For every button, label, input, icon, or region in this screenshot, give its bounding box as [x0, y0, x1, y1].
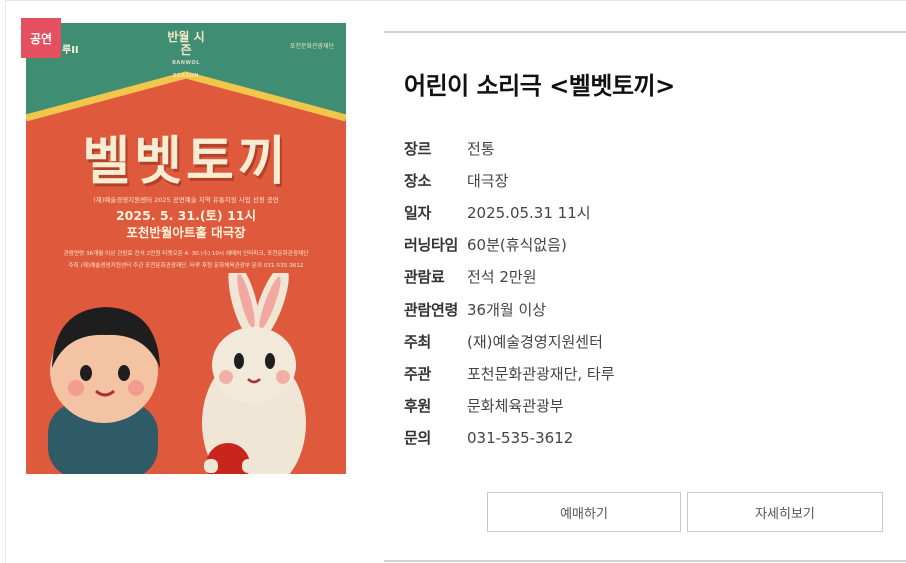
detail-top-rule [384, 31, 906, 33]
poster-season-logo: 반월 시즌 BANWOL SEASON [166, 31, 206, 83]
info-label: 일자 [404, 203, 432, 222]
poster-title: 벨벳토끼 [82, 132, 290, 192]
info-value: 2025.05.31 11시 [467, 203, 591, 222]
info-row-running-time: 러닝타임 60분(휴식없음) [404, 229, 884, 261]
info-label: 장르 [404, 139, 432, 158]
boy-illustration [48, 307, 160, 474]
info-label: 러닝타임 [404, 236, 459, 255]
info-row-contact: 문의 031-535-3612 [404, 422, 884, 454]
rabbit-illustration [202, 273, 306, 474]
detail-bottom-rule [384, 560, 906, 562]
info-value: 031-535-3612 [467, 428, 574, 447]
info-row-venue: 장소 대극장 [404, 164, 884, 196]
poster-info-line: 관람연령 36개월 이상 관람료 전석 2만원 티켓오픈 4. 30.(수) 1… [63, 251, 309, 257]
poster-image[interactable]: 루II 반월 시즌 BANWOL SEASON 포천문화관광재단 벨벳토끼 (재… [26, 23, 346, 474]
info-row-age: 관람연령 36개월 이상 [404, 293, 884, 325]
info-value: (재)예술경영지원센터 [467, 332, 603, 351]
info-value: 대극장 [467, 171, 509, 190]
category-badge: 공연 [21, 18, 61, 58]
info-value: 문화체육관광부 [467, 397, 564, 416]
performance-title: 어린이 소리극 <벨벳토끼> [404, 72, 675, 100]
poster-sponsor-logo: 포천문화관광재단 [289, 43, 334, 50]
info-value: 포천문화관광재단, 타루 [467, 364, 615, 383]
info-row-price: 관람료 전석 2만원 [404, 261, 884, 293]
info-label: 문의 [404, 429, 432, 448]
info-row-sponsor: 후원 문화체육관광부 [404, 390, 884, 422]
info-row-date: 일자 2025.05.31 11시 [404, 196, 884, 228]
poster-info: 관람연령 36개월 이상 관람료 전석 2만원 티켓오픈 4. 30.(수) 1… [36, 248, 336, 272]
poster-ribbon-text: 루II [62, 45, 79, 56]
info-label: 후원 [404, 397, 432, 416]
poster-venue: 포천반월아트홀 대극장 [126, 225, 246, 240]
reserve-button[interactable]: 예매하기 [487, 492, 681, 532]
poster-logo-main: 반월 시즌 [167, 30, 205, 57]
poster-illustration [48, 273, 306, 474]
info-row-organizer: 주관 포천문화관광재단, 타루 [404, 357, 884, 389]
info-row-genre: 장르 전통 [404, 132, 884, 164]
poster-subtitle: (재)예술경영지원센터 2025 공연예술 지역 유통지원 사업 선정 공연 [93, 196, 279, 204]
frame-left-border [5, 0, 6, 563]
info-label: 장소 [404, 171, 432, 190]
frame-top-border [5, 0, 906, 1]
info-label: 관람연령 [404, 300, 459, 319]
poster-logo-sub: BANWOL SEASON [172, 60, 200, 79]
info-list: 장르 전통 장소 대극장 일자 2025.05.31 11시 러닝타임 60분(… [404, 132, 884, 454]
view-details-button[interactable]: 자세히보기 [687, 492, 883, 532]
info-value: 전통 [467, 139, 495, 158]
info-value: 전석 2만원 [467, 268, 537, 287]
info-label: 주관 [404, 364, 432, 383]
info-value: 36개월 이상 [467, 300, 547, 319]
info-row-host: 주최 (재)예술경영지원센터 [404, 325, 884, 357]
info-label: 관람료 [404, 268, 445, 287]
info-label: 주최 [404, 332, 432, 351]
poster-info-line: 주최 (재)예술경영지원센터 주관 포천문화관광재단, 타루 후원 문화체육관광… [68, 263, 304, 269]
info-value: 60분(휴식없음) [467, 236, 567, 255]
